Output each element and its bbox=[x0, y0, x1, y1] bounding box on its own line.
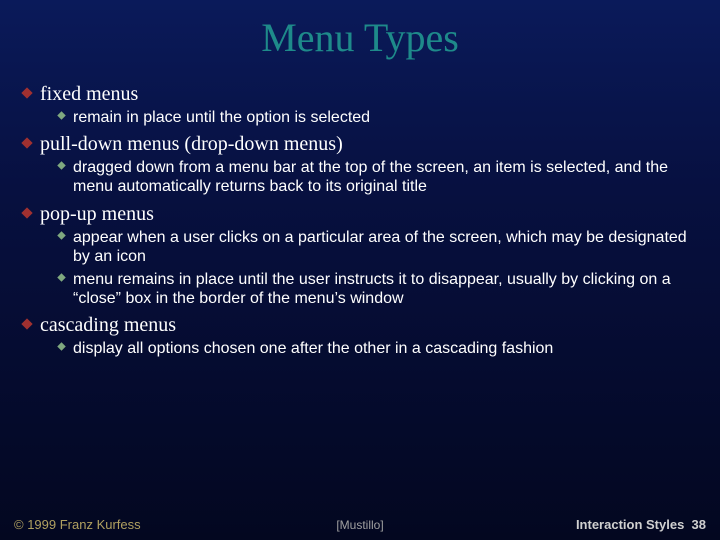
lvl2-label: menu remains in place until the user ins… bbox=[73, 270, 698, 308]
bullet-popup-menus: pop-up menus bbox=[12, 203, 708, 226]
lvl2-label: remain in place until the option is sele… bbox=[73, 108, 370, 127]
diamond-icon bbox=[20, 206, 34, 220]
bullet-pulldown-menus: pull-down menus (drop-down menus) bbox=[12, 133, 708, 156]
lvl2-label: dragged down from a menu bar at the top … bbox=[73, 158, 698, 196]
small-diamond-icon bbox=[56, 110, 67, 121]
footer-section: Interaction Styles bbox=[576, 517, 684, 532]
footer: © 1999 Franz Kurfess [Mustillo] Interact… bbox=[0, 517, 720, 532]
sub-bullet: remain in place until the option is sele… bbox=[56, 108, 698, 127]
sub-bullet: menu remains in place until the user ins… bbox=[56, 270, 698, 308]
small-diamond-icon bbox=[56, 230, 67, 241]
lvl2-label: display all options chosen one after the… bbox=[73, 339, 553, 358]
lvl1-label: fixed menus bbox=[40, 83, 138, 106]
small-diamond-icon bbox=[56, 272, 67, 283]
sub-bullet: display all options chosen one after the… bbox=[56, 339, 698, 358]
slide-title: Menu Types bbox=[0, 0, 720, 61]
copyright: © 1999 Franz Kurfess bbox=[14, 517, 245, 532]
footer-page: Interaction Styles 38 bbox=[475, 517, 706, 532]
footer-citation: [Mustillo] bbox=[245, 518, 476, 532]
diamond-icon bbox=[20, 136, 34, 150]
diamond-icon bbox=[20, 317, 34, 331]
bullet-cascading-menus: cascading menus bbox=[12, 314, 708, 337]
sub-bullet: appear when a user clicks on a particula… bbox=[56, 228, 698, 266]
slide: Menu Types fixed menus remain in place u… bbox=[0, 0, 720, 540]
lvl1-label: pull-down menus (drop-down menus) bbox=[40, 133, 343, 156]
slide-content: fixed menus remain in place until the op… bbox=[0, 61, 720, 359]
bullet-fixed-menus: fixed menus bbox=[12, 83, 708, 106]
small-diamond-icon bbox=[56, 160, 67, 171]
slide-number: 38 bbox=[692, 517, 706, 532]
lvl1-label: pop-up menus bbox=[40, 203, 154, 226]
sub-bullet: dragged down from a menu bar at the top … bbox=[56, 158, 698, 196]
lvl1-label: cascading menus bbox=[40, 314, 176, 337]
lvl2-label: appear when a user clicks on a particula… bbox=[73, 228, 698, 266]
diamond-icon bbox=[20, 86, 34, 100]
small-diamond-icon bbox=[56, 341, 67, 352]
